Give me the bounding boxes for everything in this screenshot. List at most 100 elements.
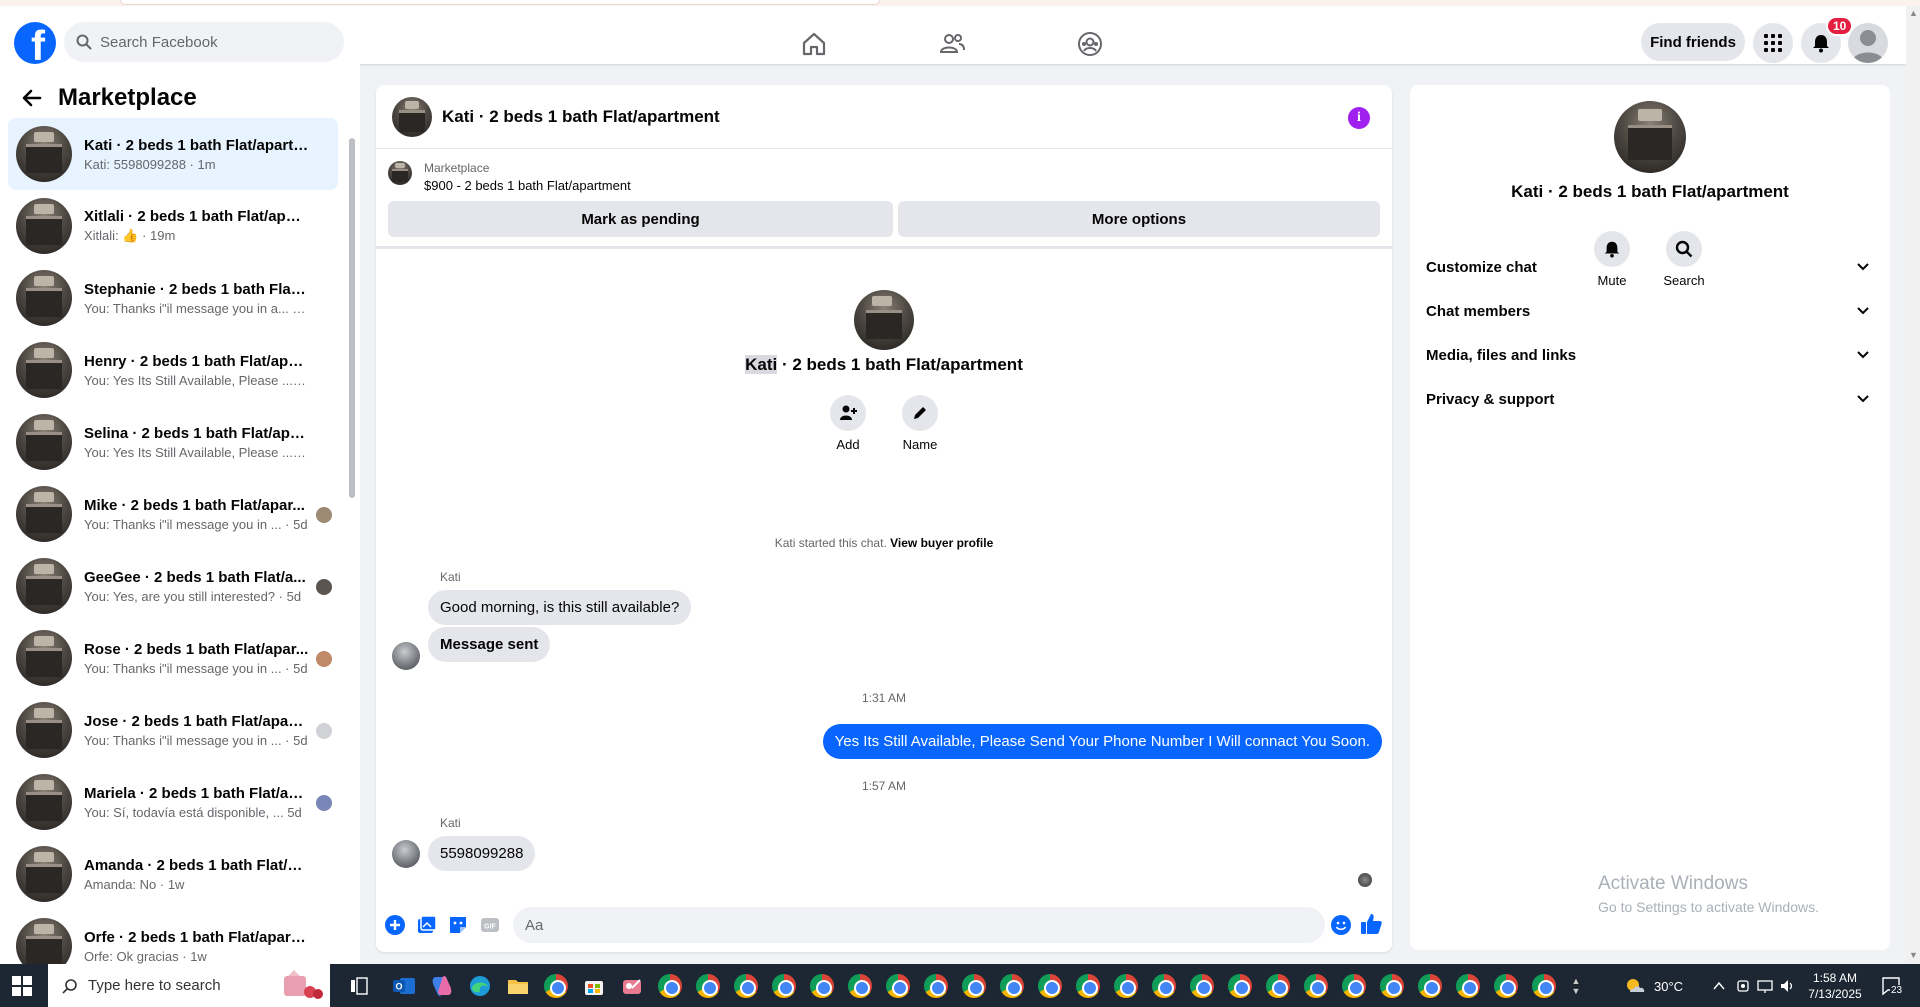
chrome-profile-icon[interactable]: [657, 973, 683, 999]
chrome-profile-icon[interactable]: [1531, 973, 1557, 999]
search-input[interactable]: [100, 33, 320, 51]
facebook-search[interactable]: [64, 22, 344, 62]
chrome-profile-icon[interactable]: [923, 973, 949, 999]
privacy-support-section[interactable]: Privacy & support: [1426, 377, 1874, 421]
chrome-profile-icon[interactable]: [733, 973, 759, 999]
customize-chat-section[interactable]: Customize chat: [1426, 245, 1874, 289]
browser-tab[interactable]: [120, 0, 880, 5]
file-explorer-icon[interactable]: [505, 973, 531, 999]
view-buyer-profile-link[interactable]: View buyer profile: [890, 536, 993, 550]
weather-widget[interactable]: 30°C: [1624, 976, 1683, 996]
conversation-item[interactable]: Amanda · 2 beds 1 bath Flat/apa... Amanda…: [8, 838, 338, 910]
chrome-profile-icon[interactable]: [1303, 973, 1329, 999]
chrome-profile-icon[interactable]: [1151, 973, 1177, 999]
add-people-action[interactable]: Add: [818, 395, 878, 452]
chrome-profile-icon[interactable]: [1493, 973, 1519, 999]
incoming-message[interactable]: Message sent: [428, 627, 551, 662]
conversation-item[interactable]: Kati · 2 beds 1 bath Flat/apartme... Kati…: [8, 118, 338, 190]
action-center-button[interactable]: 23: [1880, 975, 1904, 997]
system-clock[interactable]: 1:58 AM 7/13/2025: [1797, 970, 1873, 1002]
conversation-item[interactable]: Xitlali · 2 beds 1 bath Flat/apart... Xit…: [8, 190, 338, 262]
chrome-profile-icon[interactable]: [885, 973, 911, 999]
network-icon[interactable]: [1756, 978, 1774, 994]
chevron-up-icon[interactable]: [1712, 979, 1726, 993]
chat-started-notice: Kati started this chat. View buyer profi…: [376, 536, 1392, 550]
chrome-profile-icon[interactable]: [1341, 973, 1367, 999]
task-view-icon[interactable]: [346, 973, 372, 999]
store-icon[interactable]: [581, 973, 607, 999]
copilot-icon[interactable]: [429, 973, 455, 999]
plus-circle-icon[interactable]: [384, 914, 406, 936]
groups-icon[interactable]: [1076, 30, 1104, 58]
chrome-icon[interactable]: [543, 973, 569, 999]
chrome-profile-icon[interactable]: [1265, 973, 1291, 999]
back-arrow-icon[interactable]: [20, 86, 44, 110]
conversation-item[interactable]: Stephanie · 2 beds 1 bath Flat/a... You: …: [8, 262, 338, 334]
chrome-profile-icon[interactable]: [1227, 973, 1253, 999]
chrome-profile-icon[interactable]: [1075, 973, 1101, 999]
edge-icon[interactable]: [467, 973, 493, 999]
edit-name-action[interactable]: Name: [890, 395, 950, 452]
facebook-logo-icon[interactable]: f: [14, 22, 56, 64]
incoming-message[interactable]: Good morning, is this still available?: [428, 590, 692, 625]
home-icon[interactable]: [800, 30, 828, 58]
photo-icon[interactable]: [416, 914, 438, 936]
snipping-tool-icon[interactable]: [619, 973, 645, 999]
friends-icon[interactable]: [938, 30, 966, 58]
chat-header: Kati · 2 beds 1 bath Flat/apartment i: [376, 85, 1392, 149]
taskbar-search-input[interactable]: [88, 977, 248, 994]
chrome-profile-icon[interactable]: [847, 973, 873, 999]
outlook-icon[interactable]: O: [391, 973, 417, 999]
chrome-profile-icon[interactable]: [1113, 973, 1139, 999]
chrome-profile-icon[interactable]: [1379, 973, 1405, 999]
chat-listing-thumbnail[interactable]: [392, 96, 432, 137]
chrome-profile-icon[interactable]: [771, 973, 797, 999]
windows-start-icon[interactable]: [12, 976, 32, 996]
chrome-profile-icon[interactable]: [999, 973, 1025, 999]
volume-icon[interactable]: [1779, 978, 1795, 994]
sender-avatar[interactable]: [392, 840, 420, 868]
conversation-item[interactable]: Mariela · 2 beds 1 bath Flat/ap... You: S…: [8, 766, 338, 838]
listing-mini-thumbnail[interactable]: [388, 161, 412, 185]
scrollbar-thumb[interactable]: [349, 138, 355, 498]
conversation-item[interactable]: Mike · 2 beds 1 bath Flat/apar... You: Th…: [8, 478, 338, 550]
message-input[interactable]: [525, 916, 1285, 934]
account-avatar[interactable]: [1848, 23, 1888, 63]
name-label: Name: [902, 437, 938, 452]
chat-members-section[interactable]: Chat members: [1426, 289, 1874, 333]
chrome-profile-icon[interactable]: [1037, 973, 1063, 999]
chrome-profile-icon[interactable]: [1189, 973, 1215, 999]
gif-icon[interactable]: GIF: [479, 914, 501, 936]
chrome-profile-icon[interactable]: [695, 973, 721, 999]
scroll-up-arrow-icon[interactable]: ▲: [1909, 8, 1918, 18]
conversation-item[interactable]: Selina · 2 beds 1 bath Flat/apart... You:…: [8, 406, 338, 478]
outgoing-message[interactable]: Yes Its Still Available, Please Send You…: [822, 724, 1382, 759]
info-icon[interactable]: i: [1348, 107, 1370, 129]
incoming-message[interactable]: 5598099288: [428, 836, 536, 871]
chrome-profile-icon[interactable]: [1455, 973, 1481, 999]
listing-price[interactable]: $900 - 2 beds 1 bath Flat/apartment: [424, 178, 631, 193]
sender-avatar[interactable]: [392, 642, 420, 670]
conversation-item[interactable]: Jose · 2 beds 1 bath Flat/apart... You: T…: [8, 694, 338, 766]
emoji-icon[interactable]: [1330, 914, 1352, 936]
scroll-down-arrow-icon[interactable]: ▼: [1909, 950, 1918, 960]
taskbar-overflow-arrows-icon[interactable]: ▲ ▼: [1569, 973, 1583, 999]
conversation-item[interactable]: GeeGee · 2 beds 1 bath Flat/a... You: Yes…: [8, 550, 338, 622]
chrome-profile-icon[interactable]: [961, 973, 987, 999]
conversation-item[interactable]: Henry · 2 beds 1 bath Flat/apart... You: …: [8, 334, 338, 406]
chrome-profile-icon[interactable]: [1417, 973, 1443, 999]
chat-title[interactable]: Kati · 2 beds 1 bath Flat/apartment: [442, 107, 720, 127]
media-files-links-section[interactable]: Media, files and links: [1426, 333, 1874, 377]
sticker-icon[interactable]: [447, 914, 469, 936]
menu-button[interactable]: [1753, 23, 1793, 63]
thumbs-up-icon[interactable]: [1359, 912, 1383, 936]
message-input-box[interactable]: [513, 907, 1325, 943]
conversation-scrollbar[interactable]: [348, 124, 356, 964]
page-scrollbar[interactable]: ▲ ▼: [1906, 6, 1920, 964]
find-friends-button[interactable]: Find friends: [1641, 23, 1745, 61]
mark-as-pending-button[interactable]: Mark as pending: [388, 201, 893, 237]
conversation-item[interactable]: Rose · 2 beds 1 bath Flat/apar... You: Th…: [8, 622, 338, 694]
more-options-button[interactable]: More options: [898, 201, 1380, 237]
location-icon[interactable]: [1735, 978, 1751, 994]
chrome-profile-icon[interactable]: [809, 973, 835, 999]
